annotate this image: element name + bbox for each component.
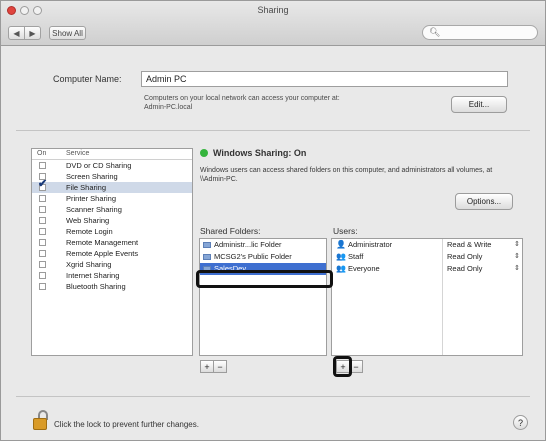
service-list: On Service DVD or CD Sharing Screen Shari… — [31, 148, 193, 356]
computer-name-label: Computer Name: — [53, 74, 122, 84]
shared-folders-list: Administr...lic Folder MCSG2's Public Fol… — [199, 238, 327, 356]
titlebar: Sharing ◀ ▶ Show All 🔍︎ — [1, 1, 545, 46]
show-all-button[interactable]: Show All — [49, 26, 86, 40]
computer-name-description: Computers on your local network can acce… — [144, 95, 340, 111]
service-checkbox[interactable] — [39, 228, 46, 235]
forward-button[interactable]: ▶ — [24, 26, 41, 40]
sharing-window: Sharing ◀ ▶ Show All 🔍︎ Computer Name: A… — [0, 0, 546, 441]
user-name: Everyone — [348, 264, 380, 273]
back-button[interactable]: ◀ — [8, 26, 25, 40]
sharing-status: Windows Sharing: On — [213, 148, 307, 158]
service-label: Scanner Sharing — [66, 205, 122, 214]
service-label: Remote Management — [66, 238, 139, 247]
window-title: Sharing — [257, 5, 289, 15]
forward-arrow-icon: ▶ — [29, 28, 36, 38]
folder-name: SalesDev — [214, 264, 247, 273]
service-row[interactable]: Remote Apple Events — [32, 248, 192, 259]
service-row[interactable]: Remote Management — [32, 237, 192, 248]
search-input[interactable]: 🔍︎ — [422, 25, 538, 40]
service-label: Web Sharing — [66, 216, 110, 225]
service-list-header: On Service — [32, 149, 192, 160]
service-row[interactable]: Printer Sharing — [32, 193, 192, 204]
user-name: Staff — [348, 252, 364, 261]
service-row[interactable]: Internet Sharing — [32, 270, 192, 281]
permission-popup[interactable]: Read Only — [447, 251, 482, 263]
service-column-header[interactable]: Service — [66, 150, 89, 157]
service-label: Bluetooth Sharing — [66, 282, 126, 291]
user-row[interactable]: 👥 Everyone Read Only ⇕ — [332, 263, 522, 275]
service-label: Printer Sharing — [66, 194, 117, 203]
group-icon: 👥 — [336, 252, 346, 261]
remove-shared-folder-button[interactable]: − — [213, 360, 227, 373]
help-button[interactable]: ? — [513, 415, 528, 430]
service-row[interactable]: Xgrid Sharing — [32, 259, 192, 270]
service-row[interactable]: Web Sharing — [32, 215, 192, 226]
service-label: Internet Sharing — [66, 271, 120, 280]
service-row[interactable]: Screen Sharing — [32, 171, 192, 182]
divider — [16, 130, 530, 131]
service-checkbox[interactable] — [39, 283, 46, 290]
users-list: 👤 Administrator Read & Write ⇕ 👥 Staff Read On… — [331, 238, 523, 356]
on-column-header[interactable]: On — [37, 150, 46, 157]
folder-name: Administr...lic Folder — [214, 240, 282, 249]
search-icon: 🔍︎ — [429, 27, 441, 37]
service-checkbox[interactable] — [39, 195, 46, 202]
sharing-description: Windows users can access shared folders … — [200, 167, 493, 183]
add-user-button[interactable]: + — [336, 360, 350, 373]
options-button[interactable]: Options... — [455, 193, 513, 210]
add-shared-folder-button[interactable]: + — [200, 360, 214, 373]
service-row[interactable]: Scanner Sharing — [32, 204, 192, 215]
service-label: Screen Sharing — [66, 172, 118, 181]
service-label: DVD or CD Sharing — [66, 161, 132, 170]
user-row[interactable]: 👤 Administrator Read & Write ⇕ — [332, 239, 522, 251]
remove-user-button[interactable]: − — [349, 360, 363, 373]
group-icon: 👥 — [336, 264, 346, 273]
service-label: Remote Login — [66, 227, 113, 236]
service-label: Remote Apple Events — [66, 249, 139, 258]
service-row[interactable]: Bluetooth Sharing — [32, 281, 192, 292]
service-checkbox[interactable] — [39, 239, 46, 246]
service-checkbox[interactable] — [39, 272, 46, 279]
service-row[interactable]: DVD or CD Sharing — [32, 160, 192, 171]
popup-arrows-icon[interactable]: ⇕ — [514, 251, 520, 263]
users-label: Users: — [333, 226, 358, 236]
service-checkbox[interactable] — [39, 162, 46, 169]
user-icon: 👤 — [336, 240, 346, 249]
service-label: File Sharing — [66, 183, 107, 192]
shared-folder-row[interactable]: MCSG2's Public Folder — [200, 251, 326, 263]
popup-arrows-icon[interactable]: ⇕ — [514, 239, 520, 251]
checkmark-icon: ✔ — [38, 178, 48, 190]
lock-icon[interactable] — [33, 418, 47, 430]
popup-arrows-icon[interactable]: ⇕ — [514, 263, 520, 275]
permission-popup[interactable]: Read & Write — [447, 239, 491, 251]
shared-folder-row[interactable]: SalesDev — [200, 263, 326, 275]
computer-name-field[interactable]: Admin PC — [141, 71, 508, 87]
service-row[interactable]: ✔ File Sharing — [32, 178, 192, 193]
service-checkbox[interactable] — [39, 217, 46, 224]
permission-popup[interactable]: Read Only — [447, 263, 482, 275]
folder-name: MCSG2's Public Folder — [214, 252, 292, 261]
service-label: Xgrid Sharing — [66, 260, 112, 269]
folder-icon — [203, 242, 211, 248]
folder-icon — [203, 266, 211, 272]
service-checkbox[interactable] — [39, 250, 46, 257]
lock-instruction: Click the lock to prevent further change… — [54, 420, 199, 429]
folder-icon — [203, 254, 211, 260]
shared-folders-label: Shared Folders: — [200, 226, 261, 236]
status-indicator-icon — [200, 149, 208, 157]
edit-button[interactable]: Edit... — [451, 96, 507, 113]
user-name: Administrator — [348, 240, 393, 249]
back-arrow-icon: ◀ — [13, 28, 20, 38]
service-row[interactable]: Remote Login — [32, 226, 192, 237]
shared-folder-row[interactable]: Administr...lic Folder — [200, 239, 326, 251]
service-checkbox[interactable] — [39, 206, 46, 213]
user-row[interactable]: 👥 Staff Read Only ⇕ — [332, 251, 522, 263]
divider — [16, 396, 530, 397]
service-checkbox[interactable] — [39, 261, 46, 268]
